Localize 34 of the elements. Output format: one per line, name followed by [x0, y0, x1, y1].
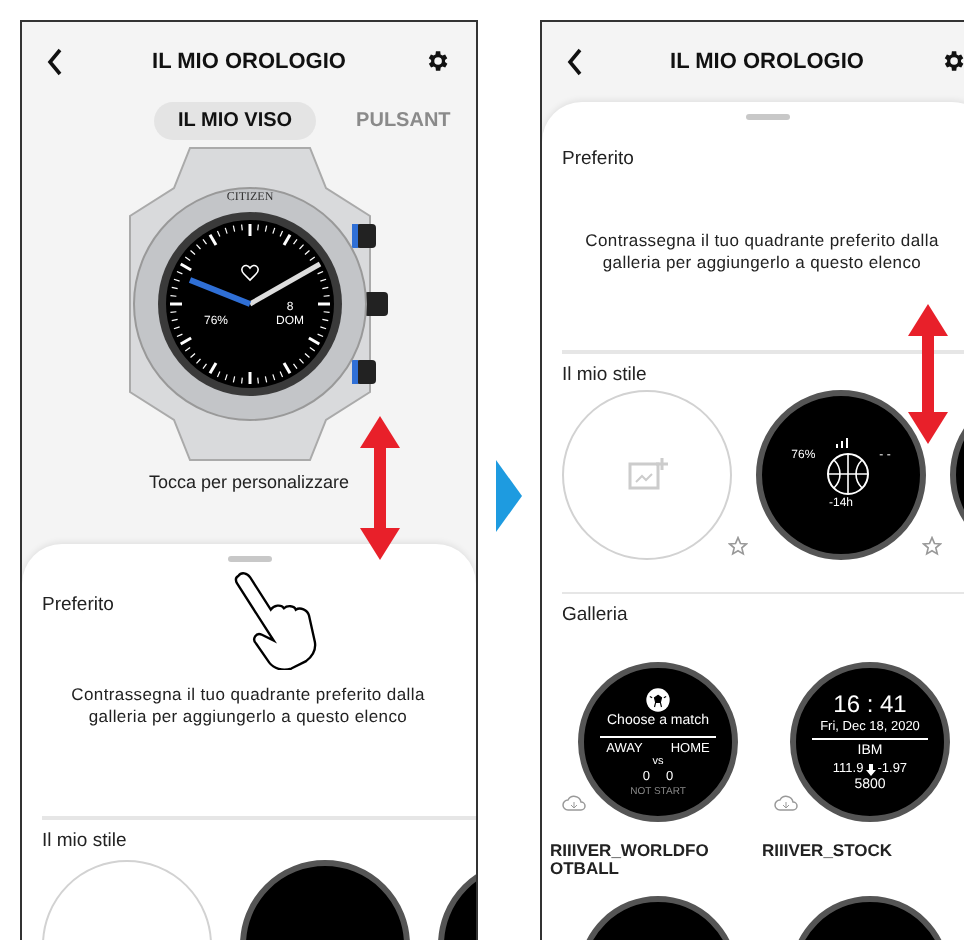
- face-name: RIIIVER_STOCK: [762, 842, 895, 861]
- soccer-ball-icon: [644, 686, 672, 715]
- basketball-icon: [823, 450, 872, 498]
- cloud-download-icon[interactable]: [774, 794, 798, 813]
- empty-message: Contrassegna il tuo quadrante preferito dalla galleria per aggiungerlo a questo elenco: [583, 230, 941, 275]
- drag-handle[interactable]: [745, 114, 789, 120]
- add-image-icon: [627, 456, 667, 493]
- empty-message: Contrassegna il tuo quadrante preferito dalla galleria per aggiungerlo a questo elenco: [69, 684, 427, 729]
- section-title: Il mio stile: [562, 363, 647, 386]
- screen-title: IL MIO OROLOGIO: [670, 50, 864, 74]
- star-icon[interactable]: [728, 535, 748, 556]
- double-arrow-icon: [908, 304, 948, 444]
- time-text: 16 : 41: [833, 690, 907, 720]
- down-arrow-icon: [865, 763, 876, 776]
- section-title: Preferito: [562, 148, 634, 170]
- double-arrow-icon: [360, 416, 400, 560]
- next-arrow-icon: [496, 460, 522, 532]
- settings-button[interactable]: [940, 48, 964, 76]
- tab[interactable]: IL MIO VISO: [154, 102, 317, 140]
- star-icon[interactable]: [922, 535, 942, 556]
- signal-icon: [833, 436, 849, 450]
- back-icon: [46, 48, 64, 76]
- cloud-download-icon[interactable]: [562, 794, 586, 813]
- face-name: RIIIVER_WORLDFOOTBALL: [550, 842, 711, 880]
- section-title: Galleria: [562, 604, 628, 627]
- back-icon: [566, 48, 584, 76]
- settings-button[interactable]: [424, 48, 452, 76]
- section-title: Preferito: [42, 594, 114, 616]
- settings-icon: [940, 48, 964, 74]
- hint-text: Tocca per personalizzare: [148, 472, 350, 492]
- settings-icon: [424, 48, 450, 74]
- screen-title: IL MIO OROLOGIO: [152, 50, 346, 74]
- drag-handle[interactable]: [227, 556, 271, 562]
- section-title: Il mio stile: [42, 829, 127, 852]
